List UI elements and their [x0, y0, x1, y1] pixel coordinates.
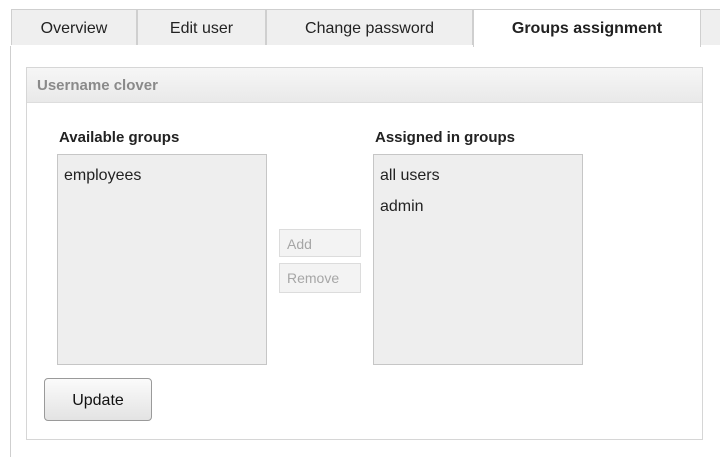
- assigned-groups-label: Assigned in groups: [375, 129, 516, 146]
- list-item[interactable]: admin: [380, 191, 582, 222]
- available-groups-listbox[interactable]: employees: [57, 154, 267, 365]
- groups-assignment-page: Overview Edit user Change password Group…: [0, 0, 720, 457]
- tab-overview[interactable]: Overview: [11, 9, 137, 45]
- update-button[interactable]: Update: [44, 378, 152, 421]
- add-button[interactable]: Add: [279, 229, 361, 257]
- content-frame-border: [10, 46, 11, 457]
- available-groups-label: Available groups: [59, 129, 180, 146]
- remove-button[interactable]: Remove: [279, 263, 361, 293]
- tab-groups-assignment[interactable]: Groups assignment: [473, 9, 701, 47]
- tab-bar-filler: [701, 9, 720, 45]
- assigned-groups-listbox[interactable]: all users admin: [373, 154, 583, 365]
- panel-title: Username clover: [27, 68, 702, 103]
- tab-change-password[interactable]: Change password: [266, 9, 473, 45]
- tab-bar: Overview Edit user Change password Group…: [11, 9, 720, 47]
- list-item[interactable]: employees: [64, 160, 266, 191]
- tab-edit-user[interactable]: Edit user: [137, 9, 266, 45]
- list-item[interactable]: all users: [380, 160, 582, 191]
